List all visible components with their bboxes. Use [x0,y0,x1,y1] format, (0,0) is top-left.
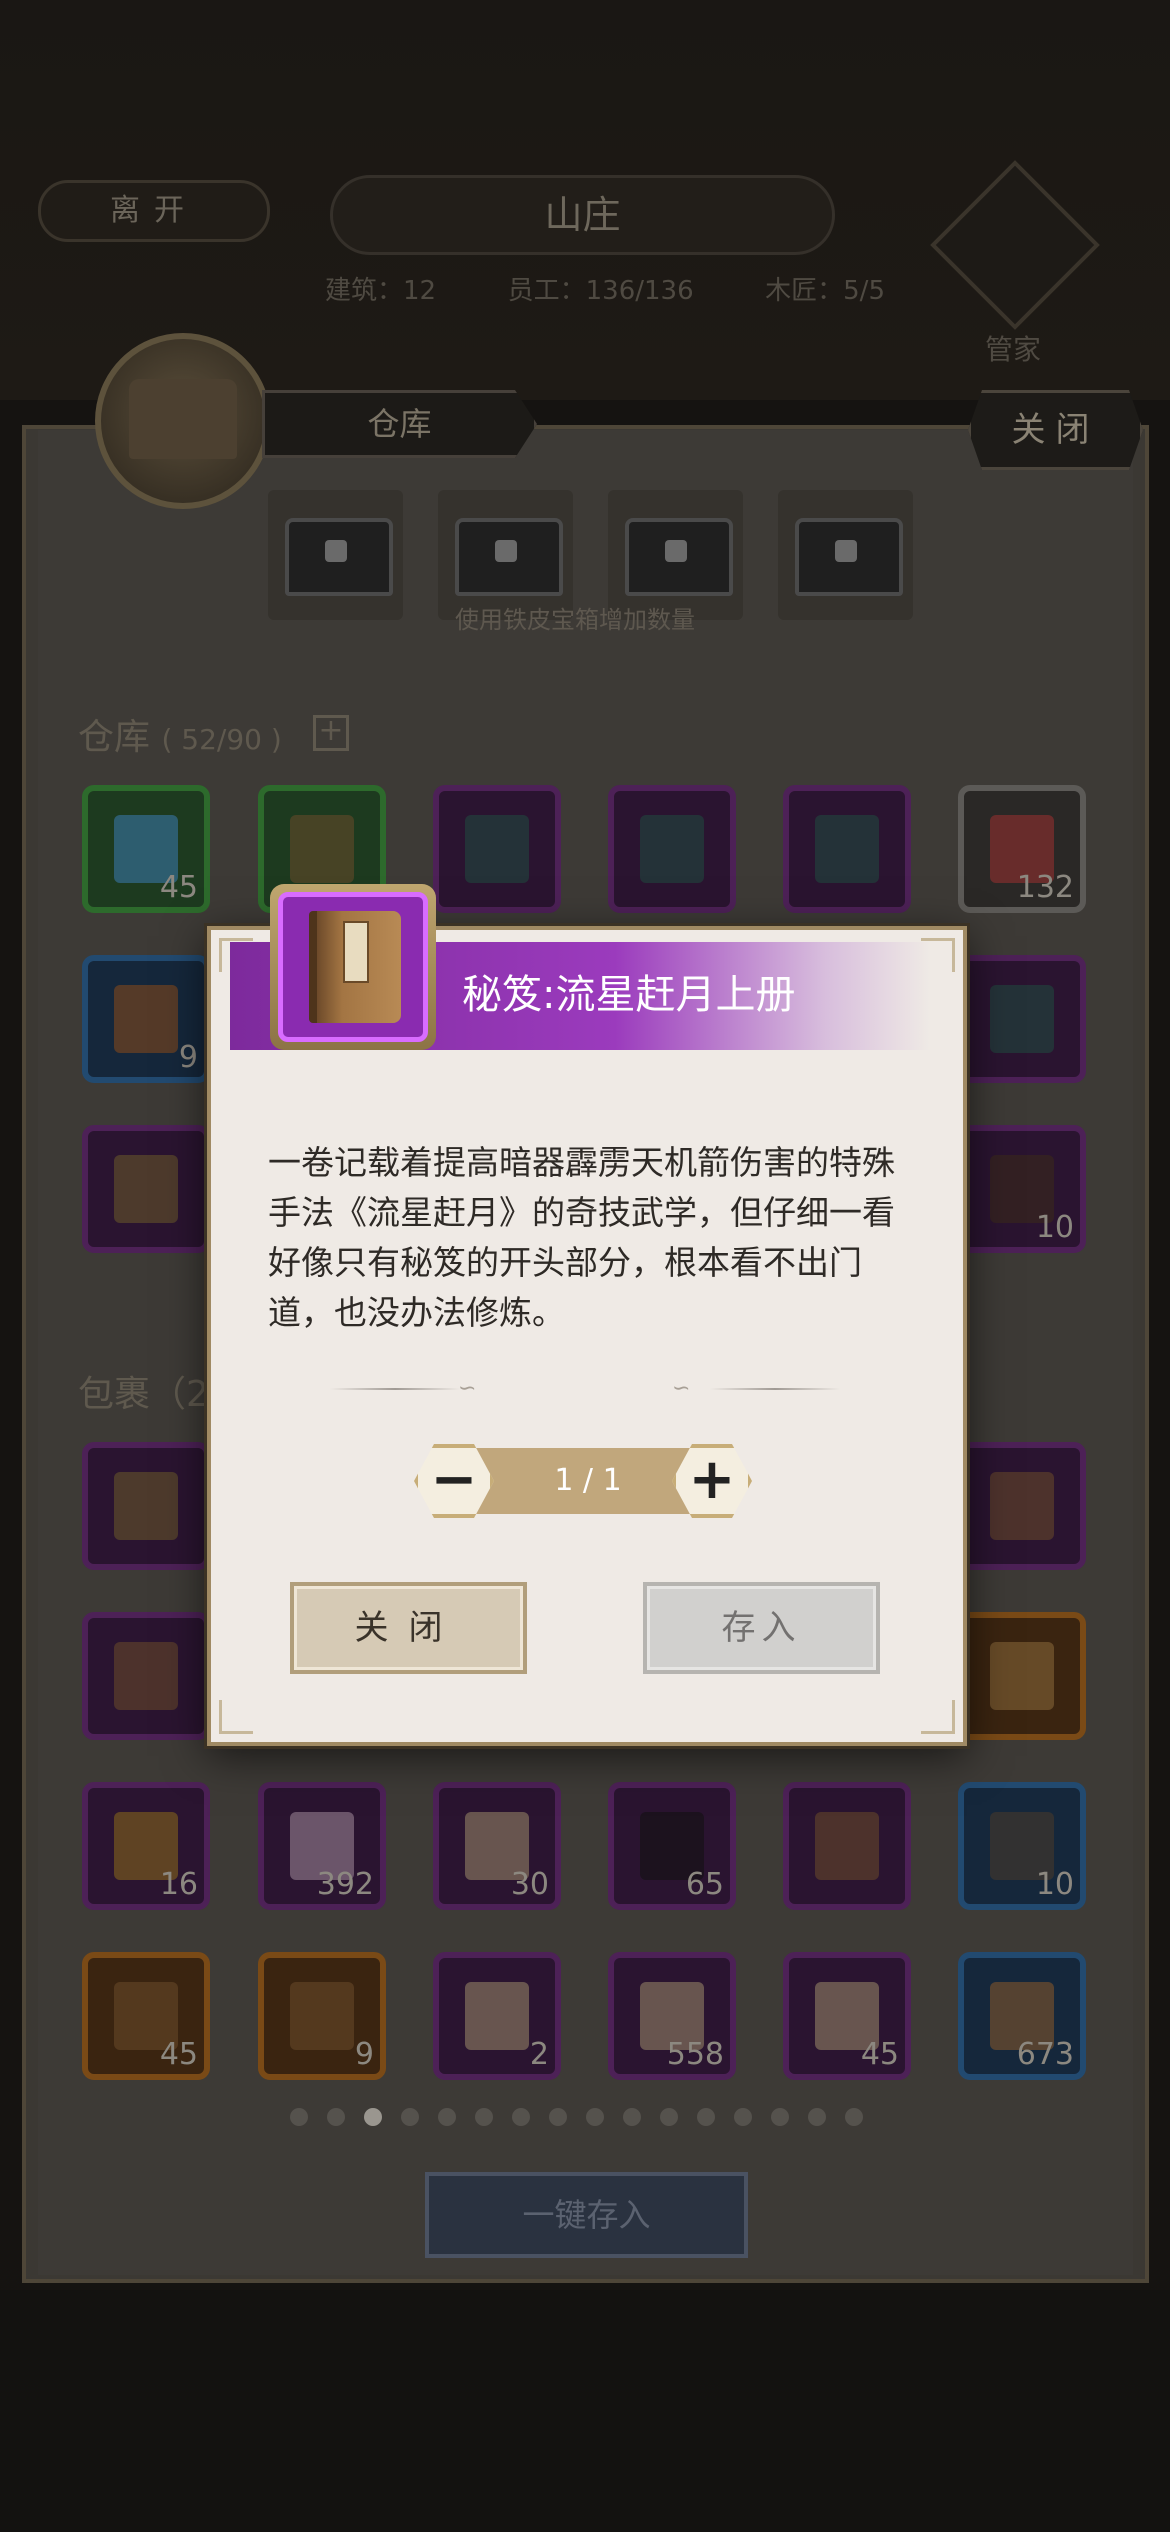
dialog-deposit-button[interactable]: 存入 [643,1582,880,1674]
warehouse-item-slot[interactable]: 45 [82,785,210,913]
page-dot[interactable] [401,2108,419,2126]
corner-ornament [921,1700,955,1734]
bag-item-slot[interactable] [958,1612,1086,1740]
page-dot[interactable] [734,2108,752,2126]
divider-ornament-icon: ∽ [458,1376,477,1401]
bag-item-slot[interactable]: 45 [783,1952,911,2080]
bag-item-slot[interactable] [783,1782,911,1910]
chest-tip: 使用铁皮宝箱增加数量 [455,606,695,634]
divider-right [710,1388,840,1390]
building-stat: 建筑：12 [325,276,437,306]
item-icon-frame [270,884,436,1050]
bag-item-slot[interactable]: 45 [82,1952,210,2080]
warehouse-item-slot[interactable] [608,785,736,913]
workers-stat: 员工：136/136 [507,276,694,306]
page-dot[interactable] [771,2108,789,2126]
item-icon [278,892,428,1042]
page-dot[interactable] [586,2108,604,2126]
bag-item-slot[interactable] [958,1442,1086,1570]
leave-button[interactable]: 离开 [38,180,270,242]
corner-ornament [219,1700,253,1734]
bag-item-slot[interactable]: 16 [82,1782,210,1910]
page-dot[interactable] [623,2108,641,2126]
warehouse-item-slot[interactable]: 9 [82,955,210,1083]
bag-item-slot[interactable] [82,1612,210,1740]
iron-chest-slot[interactable] [268,490,403,620]
page-dot[interactable] [808,2108,826,2126]
page-dot[interactable] [475,2108,493,2126]
manor-avatar [95,333,271,509]
bag-section-label: 包裹（2 [78,1374,209,1415]
warehouse-item-slot[interactable] [958,955,1086,1083]
bag-item-slot[interactable]: 558 [608,1952,736,2080]
bag-item-slot[interactable]: 30 [433,1782,561,1910]
warehouse-item-slot[interactable] [433,785,561,913]
panel-close-button[interactable]: 关闭 [968,390,1143,470]
page-dot[interactable] [438,2108,456,2126]
dialog-close-button[interactable]: 关闭 [290,1582,527,1674]
warehouse-section-label: 仓库 ( 52/90 ) [78,708,282,760]
item-description: 一卷记载着提高暗器霹雳天机箭伤害的特殊手法《流星赶月》的奇技武学，但仔细一看好像… [268,1143,895,1332]
page-dot[interactable] [290,2108,308,2126]
bottom-background [0,2290,1170,2532]
page-dot[interactable] [512,2108,530,2126]
warehouse-label: 仓库 [78,717,151,758]
page-title: 山庄 [330,175,835,255]
bag-item-slot[interactable]: 9 [258,1952,386,2080]
manor-stats: 建筑：12 员工：136/136 木匠：5/5 [325,270,885,307]
page-dot[interactable] [845,2108,863,2126]
item-title: 秘笈:流星赶月上册 [462,972,796,1018]
page-dot[interactable] [660,2108,678,2126]
deposit-all-button[interactable]: 一键存入 [425,2172,748,2258]
warehouse-item-slot[interactable]: 132 [958,785,1086,913]
iron-chest-slot[interactable] [778,490,913,620]
butler-label: 管家 [985,333,1042,366]
carpenter-stat: 木匠：5/5 [765,276,885,306]
page-indicator[interactable] [290,2108,863,2126]
page-dot[interactable] [364,2108,382,2126]
tab-warehouse[interactable]: 仓库 [262,390,537,458]
bag-item-slot[interactable]: 65 [608,1782,736,1910]
bag-item-slot[interactable] [82,1442,210,1570]
page-dot[interactable] [327,2108,345,2126]
page-dot[interactable] [697,2108,715,2126]
bag-item-slot[interactable]: 10 [958,1782,1086,1910]
bag-item-slot[interactable]: 673 [958,1952,1086,2080]
divider-ornament-icon: ∽ [672,1376,691,1401]
expand-warehouse-button[interactable]: + [313,715,349,751]
book-label-icon [343,921,369,983]
warehouse-item-slot[interactable] [82,1125,210,1253]
warehouse-item-slot[interactable] [783,785,911,913]
bag-item-slot[interactable]: 2 [433,1952,561,2080]
warehouse-item-slot[interactable]: 10 [958,1125,1086,1253]
page-dot[interactable] [549,2108,567,2126]
warehouse-count: ( 52/90 ) [161,723,282,756]
divider-left [330,1388,460,1390]
bag-item-slot[interactable]: 392 [258,1782,386,1910]
